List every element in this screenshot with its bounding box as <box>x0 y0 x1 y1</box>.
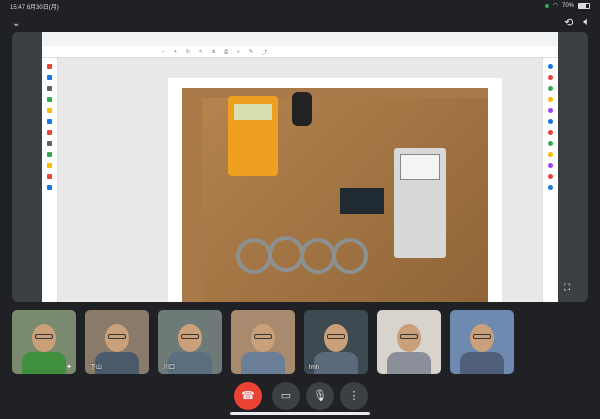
status-time: 15:47 8月30日(月) <box>10 5 59 11</box>
pen-icon[interactable]: ✎ <box>249 49 253 56</box>
equipment-photo <box>182 88 488 302</box>
participant-tile[interactable] <box>231 310 295 374</box>
hand-icon[interactable]: ✋︎ <box>212 49 215 56</box>
wifi-icon: ◠ <box>552 3 558 9</box>
meet-screen: 15:47 8月30日(月) ◠ 70% ⌄ ⟲ 🔈︎ − + ↻ ↖ ✋︎ ⎙… <box>0 0 600 419</box>
participant-tile[interactable]: 川口 <box>158 310 222 374</box>
search-icon[interactable]: ⌕ <box>237 49 240 56</box>
participant-name: 川口 <box>163 365 176 371</box>
handheld-meter <box>228 96 278 176</box>
participant-body <box>22 352 66 374</box>
glasses <box>473 334 491 339</box>
select-icon[interactable]: ↖ <box>199 49 203 56</box>
more-icon: ⋮ <box>348 390 360 402</box>
home-indicator[interactable] <box>230 412 370 415</box>
battery-percent: 70% <box>561 2 574 9</box>
document-page <box>168 78 502 302</box>
camera-icon: ▭ <box>280 390 292 402</box>
participant-strip: ✦ 下山 川口 hhh <box>12 310 588 374</box>
analog-meter <box>394 148 446 258</box>
end-call-icon: ☎ <box>241 390 255 402</box>
viewer-toolbar: − + ↻ ↖ ✋︎ ⎙ ⌕ ✎ ⤴ <box>42 46 558 58</box>
participant-tile[interactable]: hhh <box>304 310 368 374</box>
viewer-right-strip <box>542 58 558 302</box>
more-options-button[interactable]: ⋮ <box>340 382 368 410</box>
print-icon[interactable]: ⎙ <box>224 49 228 56</box>
participant-body <box>387 352 431 374</box>
viewer-toolbar-icons: − + ↻ ↖ ✋︎ ⎙ ⌕ ✎ ⤴ <box>162 49 267 56</box>
participant-tile[interactable]: ✦ <box>12 310 76 374</box>
effects-icon[interactable]: ✦ <box>66 363 72 371</box>
glasses <box>254 334 272 339</box>
fullscreen-icon[interactable]: ⛶ <box>558 278 576 296</box>
control-box <box>340 188 384 214</box>
participant-name: hhh <box>309 365 320 371</box>
glasses <box>400 334 418 339</box>
rotate-icon[interactable]: ↻ <box>186 49 190 56</box>
viewer-left-strip <box>42 58 58 302</box>
cable-coil <box>332 238 368 274</box>
document-background <box>58 58 542 302</box>
collapse-chevron-icon[interactable]: ⌄ <box>12 18 20 29</box>
camera-flip-icon[interactable]: ⟲ <box>564 16 573 29</box>
share-icon[interactable]: ⤴ <box>262 49 267 56</box>
call-controls: ☎ ▭ 🎙︎ ⋮ <box>0 382 600 410</box>
participant-name: 下山 <box>90 365 103 371</box>
status-right: ◠ 70% <box>544 2 590 9</box>
cable-coil <box>268 236 304 272</box>
camera-in-use-dot <box>544 3 549 8</box>
camera-button[interactable]: ▭ <box>272 382 300 410</box>
battery-icon <box>578 2 590 9</box>
glasses <box>35 334 53 339</box>
participant-body <box>460 352 504 374</box>
sensor-probe <box>292 92 312 126</box>
participant-body <box>241 352 285 374</box>
mic-icon: 🎙︎ <box>313 390 327 402</box>
cable-coil <box>300 238 336 274</box>
glasses <box>108 334 126 339</box>
presentation-stage[interactable]: − + ↻ ↖ ✋︎ ⎙ ⌕ ✎ ⤴ ⛶ <box>12 32 588 302</box>
end-call-button[interactable]: ☎ <box>234 382 262 410</box>
participant-body <box>314 352 358 374</box>
glasses <box>327 334 345 339</box>
zoom-in-icon[interactable]: + <box>174 49 177 56</box>
mic-button[interactable]: 🎙︎ <box>306 382 334 410</box>
participant-tile[interactable] <box>377 310 441 374</box>
top-actions: ⟲ 🔈︎ <box>564 16 590 29</box>
speaker-icon[interactable]: 🔈︎ <box>583 16 590 29</box>
participant-tile[interactable]: 下山 <box>85 310 149 374</box>
viewer-tabbar <box>42 32 558 46</box>
glasses <box>181 334 199 339</box>
zoom-out-icon[interactable]: − <box>162 49 165 56</box>
cable-coil <box>236 238 272 274</box>
status-bar: 15:47 8月30日(月) ◠ 70% <box>0 0 600 12</box>
participant-tile[interactable] <box>450 310 514 374</box>
